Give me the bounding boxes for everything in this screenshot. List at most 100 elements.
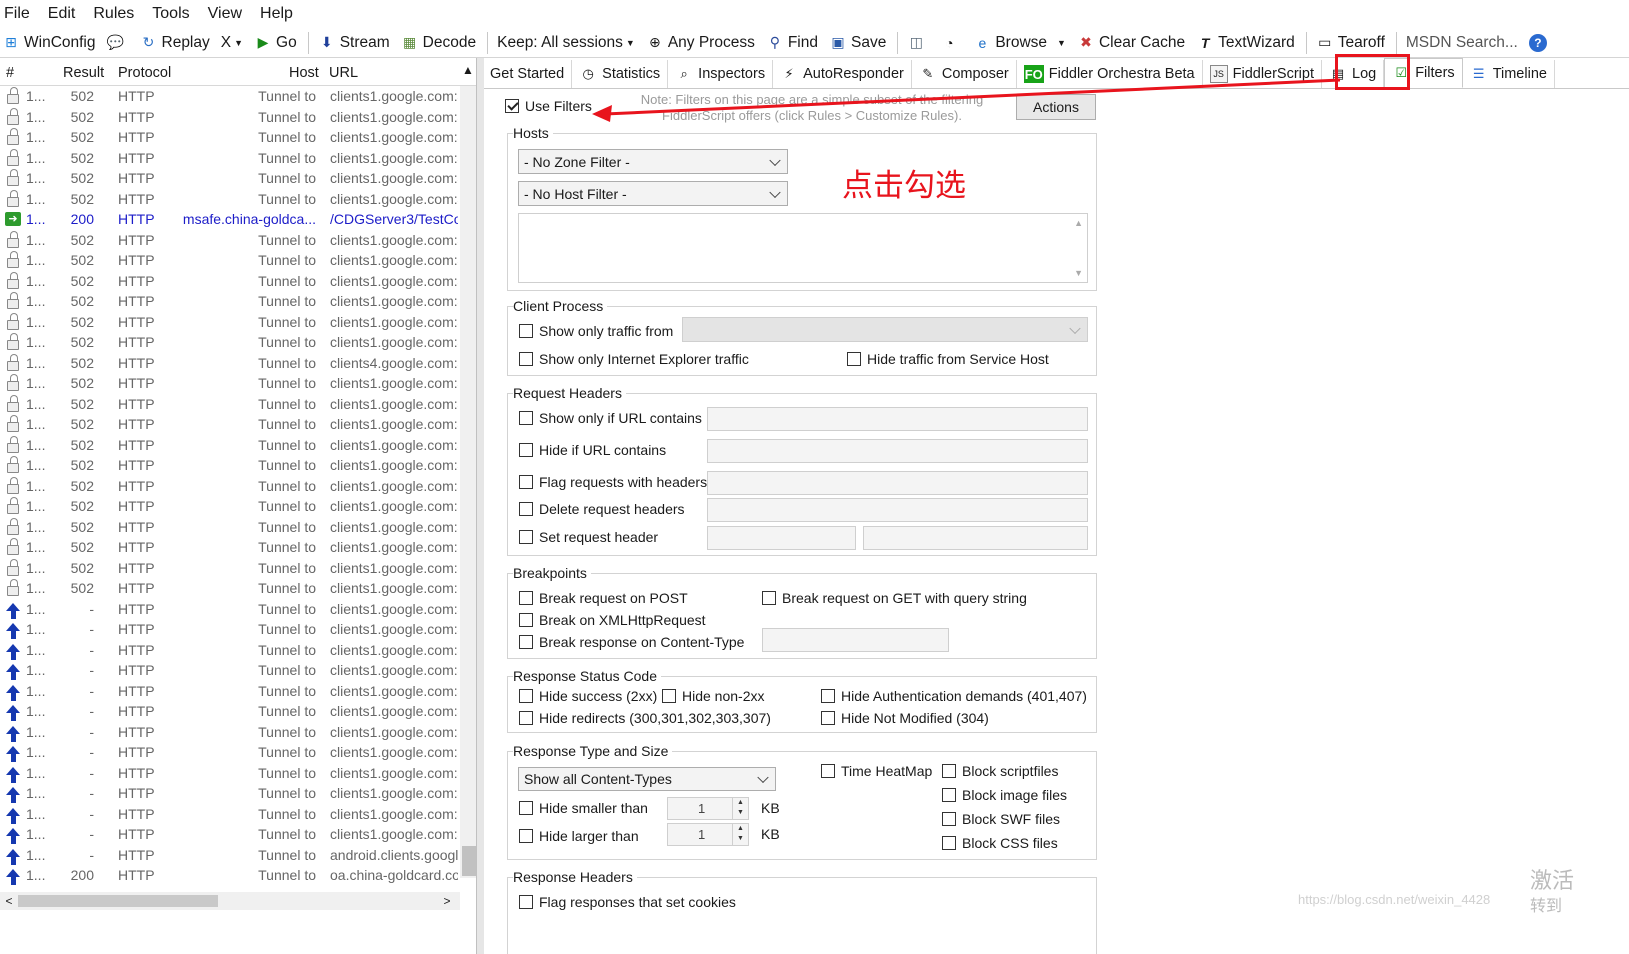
table-row[interactable]: 1... - HTTP Tunnel to clients1.google.com:4 — [0, 804, 476, 825]
checkbox[interactable] — [847, 352, 861, 366]
tab-fiddler-orchestra[interactable]: FO Fiddler Orchestra Beta — [1017, 60, 1203, 88]
break-on-content-type-checkbox[interactable]: Break response on Content-Type — [519, 634, 744, 650]
show-ie-traffic-checkbox[interactable]: Show only Internet Explorer traffic — [519, 351, 749, 367]
checkbox[interactable] — [519, 502, 533, 516]
content-types-select[interactable]: Show all Content-Types — [518, 767, 776, 791]
delete-headers-input[interactable] — [707, 498, 1088, 522]
column-header-number[interactable]: # — [6, 65, 14, 81]
table-row[interactable]: 1... - HTTP Tunnel to clients1.google.com:4 — [0, 681, 476, 702]
horizontal-scrollbar[interactable]: < > — [0, 892, 460, 910]
table-row[interactable]: 1... 502 HTTP Tunnel to clients1.google.com:… — [0, 373, 476, 394]
table-row[interactable]: 1... 502 HTTP Tunnel to clients1.google.com:… — [0, 578, 476, 599]
tab-inspectors[interactable]: ⌕ Inspectors — [668, 60, 774, 88]
menu-rules[interactable]: Rules — [93, 5, 134, 23]
checkbox[interactable] — [821, 711, 835, 725]
table-row[interactable]: 1... 502 HTTP Tunnel to clients1.google.com:… — [0, 107, 476, 128]
table-row[interactable]: 1... 502 HTTP Tunnel to clients1.google.com:… — [0, 312, 476, 333]
column-header-host[interactable]: Host — [289, 65, 319, 81]
content-type-input[interactable] — [762, 628, 949, 652]
checkbox[interactable] — [519, 689, 533, 703]
stepper-arrows-icon[interactable]: ▲ ▼ — [732, 824, 748, 845]
menu-tools[interactable]: Tools — [152, 5, 189, 23]
table-row[interactable]: 1... 502 HTTP Tunnel to clients1.google.com:… — [0, 168, 476, 189]
checkbox[interactable] — [942, 812, 956, 826]
table-row[interactable]: 1... 502 HTTP Tunnel to clients1.google.com:… — [0, 517, 476, 538]
checkbox[interactable] — [519, 635, 533, 649]
table-row[interactable]: 1... 200 HTTP Tunnel to oa.china-goldcard.co… — [0, 865, 476, 886]
timer-button[interactable]: ◔ — [940, 34, 962, 52]
browse-button[interactable]: e Browse ▼ — [973, 34, 1066, 52]
replay-button[interactable]: ↻ Replay — [140, 34, 210, 52]
menu-file[interactable]: File — [4, 5, 30, 23]
set-request-header-checkbox[interactable]: Set request header — [519, 529, 658, 545]
time-heatmap-checkbox[interactable]: Time HeatMap — [821, 763, 932, 779]
table-row[interactable]: 1... 502 HTTP Tunnel to clients1.google.com:… — [0, 476, 476, 497]
checkbox[interactable] — [519, 895, 533, 909]
checkbox[interactable] — [519, 324, 533, 338]
show-only-traffic-from-checkbox[interactable]: Show only traffic from — [519, 323, 673, 339]
table-row[interactable]: 1... 502 HTTP Tunnel to clients1.google.com:… — [0, 189, 476, 210]
tearoff-button[interactable]: ▭ Tearoff — [1316, 34, 1385, 52]
save-button[interactable]: ▣ Save — [829, 34, 886, 52]
screenshot-button[interactable]: ◫ — [907, 34, 929, 52]
hide-if-url-contains-checkbox[interactable]: Hide if URL contains — [519, 442, 666, 458]
panel-splitter[interactable] — [476, 58, 484, 954]
process-select[interactable] — [682, 317, 1088, 342]
flag-headers-input[interactable] — [707, 471, 1088, 495]
hide-success-checkbox[interactable]: Hide success (2xx) — [519, 688, 657, 704]
table-row[interactable]: 1... 502 HTTP Tunnel to clients1.google.com:… — [0, 230, 476, 251]
scroll-up-icon[interactable]: ▲ — [1074, 218, 1083, 228]
tab-autoresponder[interactable]: ⚡ AutoResponder — [773, 60, 912, 88]
checkbox[interactable] — [519, 475, 533, 489]
checkbox[interactable] — [821, 764, 835, 778]
zone-filter-select[interactable]: - No Zone Filter - — [518, 149, 788, 174]
checkbox[interactable] — [519, 352, 533, 366]
tab-fiddlerscript[interactable]: JS FiddlerScript — [1203, 60, 1322, 88]
show-if-url-contains-checkbox[interactable]: Show only if URL contains — [519, 410, 702, 426]
checkbox[interactable] — [519, 530, 533, 544]
menu-edit[interactable]: Edit — [48, 5, 76, 23]
checkbox[interactable] — [519, 411, 533, 425]
checkbox[interactable] — [942, 764, 956, 778]
checkbox[interactable] — [762, 591, 776, 605]
checkbox[interactable] — [505, 99, 519, 113]
block-css-files-checkbox[interactable]: Block CSS files — [942, 835, 1058, 851]
menu-view[interactable]: View — [208, 5, 242, 23]
scrollbar-thumb[interactable] — [462, 846, 476, 876]
smaller-than-stepper[interactable]: 1 ▲ ▼ — [667, 797, 749, 820]
table-row[interactable]: 1... 502 HTTP Tunnel to clients1.google.com:… — [0, 148, 476, 169]
set-header-name-input[interactable] — [707, 526, 856, 550]
tab-composer[interactable]: ✎ Composer — [912, 60, 1017, 88]
checkbox[interactable] — [519, 591, 533, 605]
table-row[interactable]: 1... 502 HTTP Tunnel to clients4.google.com:… — [0, 353, 476, 374]
table-row[interactable]: 1... - HTTP Tunnel to clients1.google.com:4 — [0, 619, 476, 640]
hide-redirects-checkbox[interactable]: Hide redirects (300,301,302,303,307) — [519, 710, 771, 726]
stepper-arrows-icon[interactable]: ▲ ▼ — [732, 798, 748, 819]
scroll-right-icon[interactable]: > — [438, 892, 456, 910]
hide-non2xx-checkbox[interactable]: Hide non-2xx — [662, 688, 765, 704]
table-row[interactable]: 1... 502 HTTP Tunnel to clients1.google.com:… — [0, 127, 476, 148]
set-header-value-input[interactable] — [863, 526, 1088, 550]
textwizard-button[interactable]: T TextWizard — [1196, 34, 1295, 52]
table-row[interactable]: 1... 502 HTTP Tunnel to clients1.google.com:… — [0, 537, 476, 558]
host-filter-select[interactable]: - No Host Filter - — [518, 181, 788, 206]
clear-cache-button[interactable]: ✖ Clear Cache — [1077, 34, 1185, 52]
hide-service-host-checkbox[interactable]: Hide traffic from Service Host — [847, 351, 1049, 367]
checkbox[interactable] — [519, 613, 533, 627]
column-header-url[interactable]: URL — [329, 65, 358, 81]
table-row[interactable]: 1... 502 HTTP Tunnel to clients1.google.com:… — [0, 271, 476, 292]
remove-button[interactable]: X ▼ — [221, 34, 243, 52]
hide-url-input[interactable] — [707, 439, 1088, 463]
block-image-files-checkbox[interactable]: Block image files — [942, 787, 1067, 803]
checkbox[interactable] — [662, 689, 676, 703]
flag-requests-headers-checkbox[interactable]: Flag requests with headers — [519, 474, 707, 490]
hide-smaller-than-checkbox[interactable]: Hide smaller than — [519, 800, 648, 816]
table-row[interactable]: 1... - HTTP Tunnel to clients1.google.com:4 — [0, 660, 476, 681]
column-header-protocol[interactable]: Protocol — [118, 65, 171, 81]
break-on-get-query-checkbox[interactable]: Break request on GET with query string — [762, 590, 1027, 606]
larger-than-stepper[interactable]: 1 ▲ ▼ — [667, 823, 749, 846]
table-row[interactable]: 1... 502 HTTP Tunnel to clients1.google.com:… — [0, 291, 476, 312]
comment-button[interactable]: 💬 — [107, 34, 129, 52]
table-row[interactable]: 1... - HTTP Tunnel to android.clients.google — [0, 845, 476, 866]
delete-request-headers-checkbox[interactable]: Delete request headers — [519, 501, 685, 517]
